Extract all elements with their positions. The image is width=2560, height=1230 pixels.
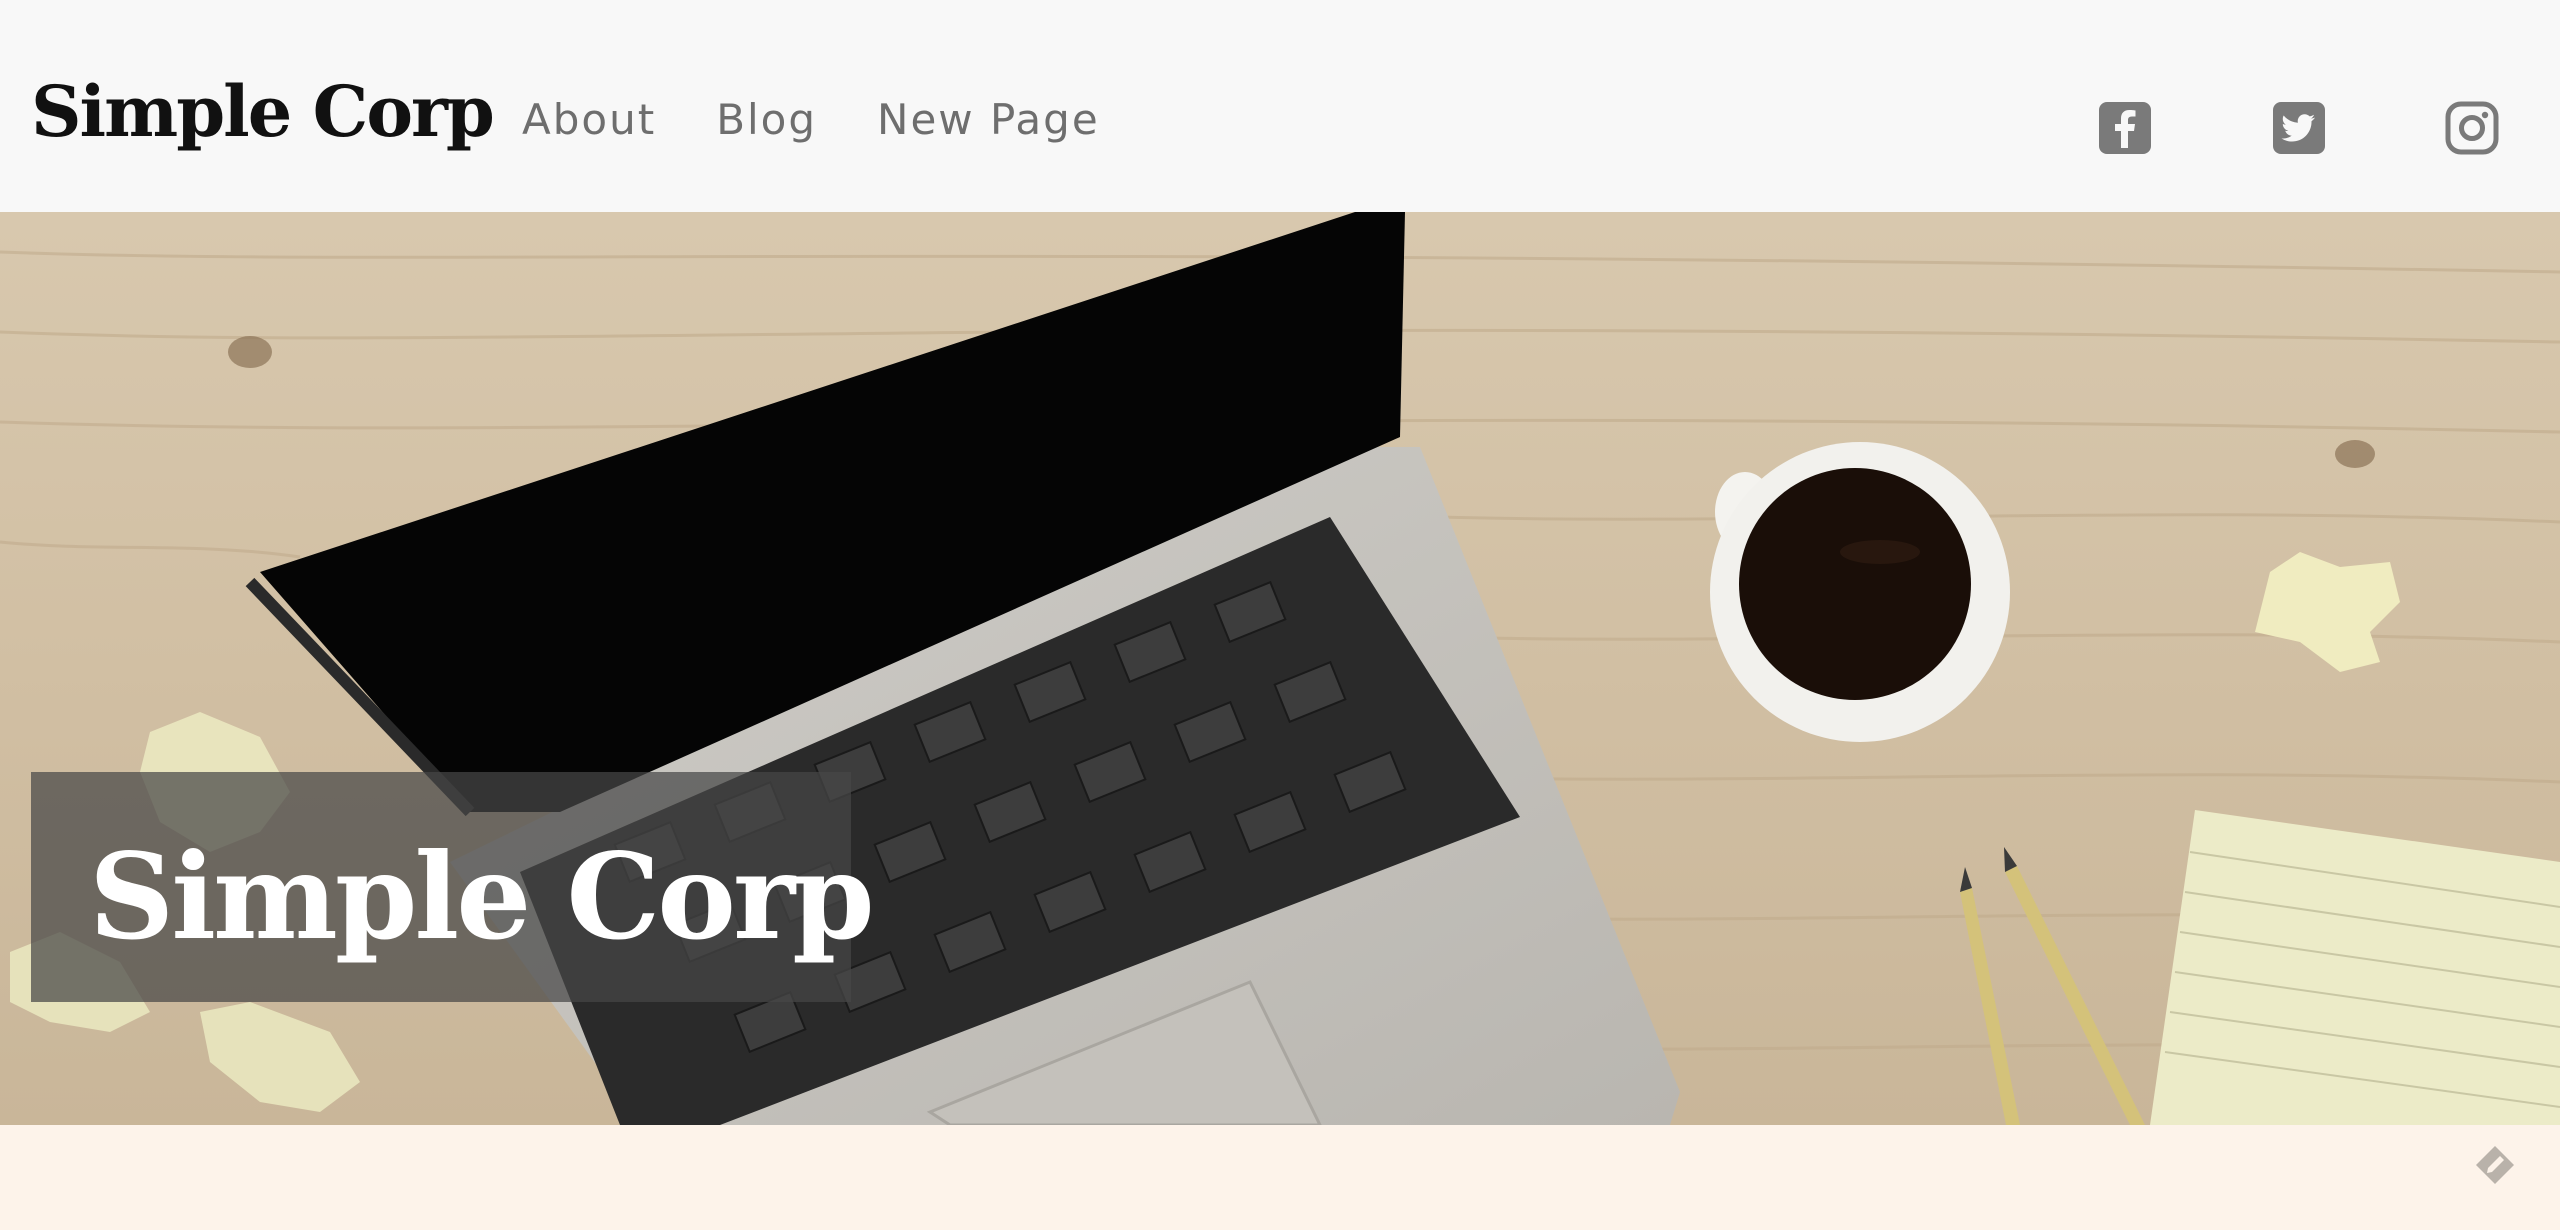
instagram-icon[interactable] (2444, 100, 2500, 156)
nav-link-about[interactable]: About (522, 88, 656, 152)
nav-link-blog[interactable]: Blog (716, 88, 817, 152)
nav-link-new-page[interactable]: New Page (877, 88, 1100, 152)
hero-caption-box: Simple Corp (31, 772, 875, 1002)
site-header: Simple Corp About Blog New Page (0, 0, 2560, 212)
hero-banner: Simple Corp (0, 212, 2560, 1125)
brand-logo[interactable]: Simple Corp (31, 62, 495, 162)
edit-badge-icon[interactable] (2470, 1140, 2520, 1190)
twitter-icon[interactable] (2271, 100, 2327, 156)
content-strip (0, 1125, 2560, 1230)
hero-title: Simple Corp (89, 827, 875, 966)
main-nav: About Blog New Page (522, 88, 1160, 152)
facebook-icon[interactable] (2097, 100, 2153, 156)
